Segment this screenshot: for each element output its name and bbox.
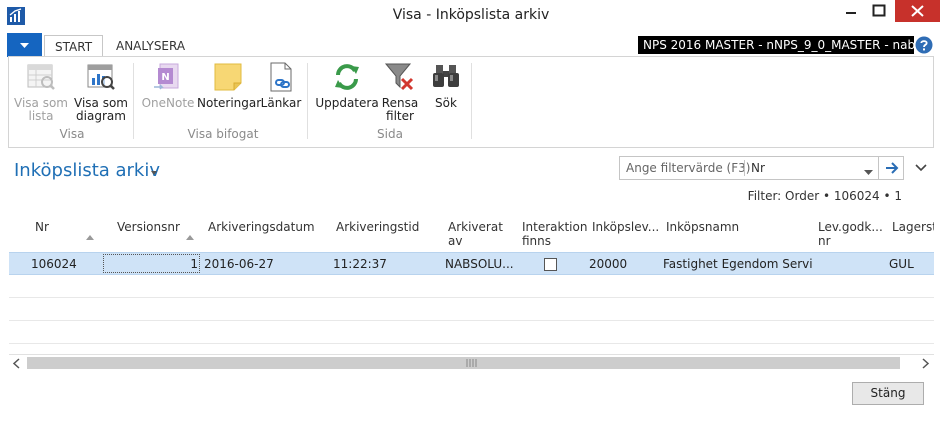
scrollbar-thumb[interactable] — [27, 357, 900, 369]
chevron-down-icon[interactable] — [150, 166, 158, 175]
column-header-line: nr — [818, 234, 831, 248]
filter-box: Ange filtervärde (F3) Nr — [619, 156, 904, 180]
filter-divider — [744, 160, 745, 176]
column-header-arkiveringsdatum[interactable]: Arkiveringsdatum — [208, 220, 315, 234]
cell-inkopslev: 20000 — [589, 257, 628, 271]
filter-field-select[interactable]: Nr — [751, 161, 765, 175]
refresh-icon — [331, 61, 363, 93]
column-header-nr[interactable]: Nr — [35, 220, 49, 234]
binoculars-icon — [430, 61, 462, 93]
onenote-label: OneNote — [141, 96, 195, 110]
sort-ascending-icon — [86, 229, 94, 240]
scroll-right-icon[interactable] — [917, 357, 933, 370]
list-view-icon — [25, 61, 57, 93]
chevron-down-icon[interactable] — [864, 165, 873, 175]
column-header-versionsnr[interactable]: Versionsnr — [117, 220, 180, 234]
column-header-levgodk-nr[interactable]: Lev.godk... nr — [818, 220, 883, 248]
tab-analysera[interactable]: ANALYSERA — [106, 35, 195, 57]
notes-label: Noteringar — [197, 96, 262, 110]
ribbon: Visa som lista Visa som diagram Visa N O… — [8, 56, 934, 148]
column-header-lagersta[interactable]: Lagerstä — [892, 220, 934, 234]
column-header-arkiverat-av[interactable]: Arkiverat av — [448, 220, 503, 248]
column-header-line: Lev.godk... — [818, 220, 883, 234]
column-header-line: Arkiverat — [448, 220, 503, 234]
group-label-visa: Visa — [59, 127, 85, 141]
data-grid: Nr Versionsnr Arkiveringsdatum Arkiverin… — [9, 212, 934, 362]
clear-filter-label: Rensa filter — [381, 96, 419, 123]
filter-input[interactable]: Ange filtervärde (F3) — [626, 161, 750, 175]
view-as-chart-label: Visa som diagram — [74, 96, 128, 123]
company-context-label[interactable]: NPS 2016 MASTER - nNPS_9_0_MASTER - naba… — [638, 36, 914, 54]
empty-row — [9, 275, 934, 298]
column-header-line: finns — [522, 234, 552, 248]
apply-filter-button[interactable] — [878, 157, 904, 179]
cell-versionsnr: 1 — [190, 257, 198, 271]
column-header-inkopslev[interactable]: Inköpslev... — [592, 220, 659, 234]
refresh-label: Uppdatera — [315, 96, 379, 110]
collapse-chevron-icon[interactable] — [915, 162, 927, 172]
links-label: Länkar — [260, 96, 302, 110]
close-button[interactable]: Stäng — [852, 382, 924, 405]
cell-inkopsnamn: Fastighet Egendom Servic... — [663, 257, 813, 271]
title-bar: Visa - Inköpslista arkiv — [0, 0, 942, 32]
view-as-list-label: Visa som lista — [14, 96, 68, 123]
horizontal-scrollbar[interactable] — [9, 354, 934, 370]
cell-nr: 106024 — [31, 257, 77, 271]
ribbon-separator — [133, 63, 134, 139]
arrow-right-icon — [886, 162, 899, 174]
tab-start[interactable]: START — [44, 35, 104, 58]
group-label-sida: Sida — [377, 127, 403, 141]
ribbon-separator — [307, 63, 308, 139]
close-window-button[interactable] — [895, 0, 940, 22]
empty-row — [9, 298, 934, 321]
clear-filter-icon — [384, 61, 416, 93]
page-title: Inköpslista arkiv — [14, 160, 161, 181]
chart-view-icon — [85, 61, 117, 93]
table-row[interactable]: 106024 1 2016-06-27 11:22:37 NABSOLU... … — [9, 252, 934, 275]
column-header-arkiveringstid[interactable]: Arkiveringstid — [336, 220, 419, 234]
svg-text:N: N — [161, 72, 169, 83]
scroll-left-icon[interactable] — [9, 357, 25, 370]
window-title: Visa - Inköpslista arkiv — [392, 7, 550, 23]
cell-arkiverat-av: NABSOLU... — [445, 257, 513, 271]
cell-arkiveringsdatum: 2016-06-27 — [204, 257, 274, 271]
cell-lagersta: GUL — [889, 257, 914, 271]
sort-ascending-icon — [186, 229, 194, 240]
search-label: Sök — [435, 96, 457, 110]
onenote-icon: N — [152, 61, 184, 93]
group-label-visa-bifogat: Visa bifogat — [187, 127, 259, 141]
column-header-interaktion-finns[interactable]: Interaktion finns — [522, 220, 587, 248]
filter-summary: Filter: Order • 106024 • 1 — [747, 189, 902, 203]
grid-header: Nr Versionsnr Arkiveringsdatum Arkiverin… — [9, 212, 934, 252]
column-header-line: Interaktion — [522, 220, 588, 234]
note-icon — [212, 61, 244, 93]
ribbon-tab-bar: START ANALYSERA NPS 2016 MASTER - nNPS_9… — [0, 32, 942, 58]
minimize-button[interactable] — [836, 0, 866, 22]
help-icon[interactable] — [915, 36, 933, 54]
column-header-inkopsnamn[interactable]: Inköpsnamn — [666, 220, 739, 234]
application-menu-button[interactable] — [7, 33, 42, 57]
empty-row — [9, 321, 934, 344]
cell-arkiveringstid: 11:22:37 — [333, 257, 387, 271]
link-icon — [265, 61, 297, 93]
column-header-line: av — [448, 234, 463, 248]
interaction-exists-checkbox[interactable] — [544, 258, 557, 271]
ribbon-separator — [471, 63, 472, 139]
maximize-button[interactable] — [864, 0, 894, 22]
